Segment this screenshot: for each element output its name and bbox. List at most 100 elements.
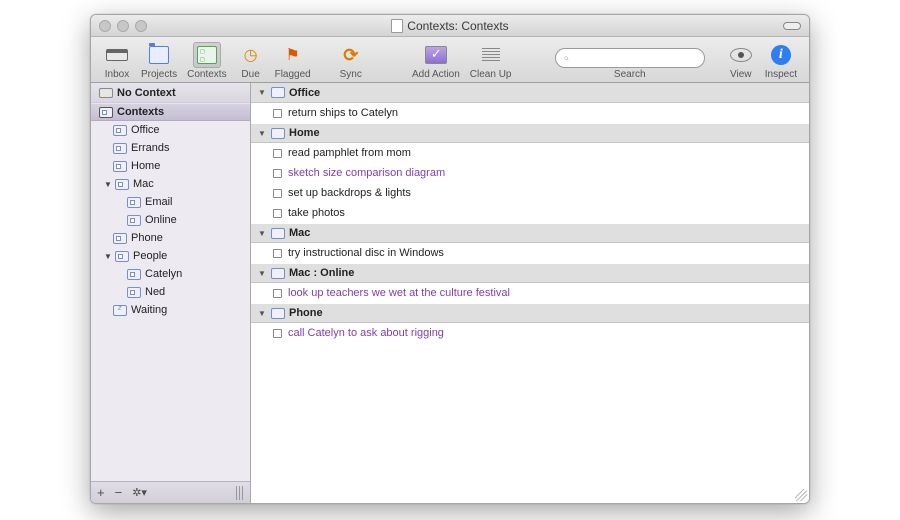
task-text: read pamphlet from mom bbox=[288, 147, 411, 159]
disclosure-triangle-icon[interactable]: ▼ bbox=[257, 88, 267, 97]
toolbar-projects[interactable]: Projects bbox=[137, 42, 181, 80]
group-header[interactable]: ▼Home bbox=[251, 123, 809, 143]
sidebar-item-phone[interactable]: Phone bbox=[91, 229, 250, 247]
sidebar-item-label: Phone bbox=[131, 232, 163, 244]
task-row[interactable]: take photos bbox=[251, 203, 809, 223]
clean-up-icon bbox=[482, 48, 500, 62]
toolbar-due[interactable]: ◷ Due bbox=[233, 42, 269, 80]
task-row[interactable]: try instructional disc in Windows bbox=[251, 243, 809, 263]
sidebar-item-label: Waiting bbox=[131, 304, 167, 316]
task-checkbox[interactable] bbox=[273, 329, 282, 338]
window-resize-handle[interactable] bbox=[795, 489, 807, 501]
flagged-label: Flagged bbox=[275, 69, 311, 80]
context-icon bbox=[127, 215, 141, 226]
eye-icon bbox=[730, 48, 752, 62]
group-title: Mac bbox=[289, 227, 310, 239]
context-icon bbox=[113, 233, 127, 244]
zoom-button[interactable] bbox=[135, 20, 147, 32]
close-button[interactable] bbox=[99, 20, 111, 32]
sidebar-item-people[interactable]: ▼ People bbox=[91, 247, 250, 265]
sidebar-item-email[interactable]: Email bbox=[91, 193, 250, 211]
sidebar-item-errands[interactable]: Errands bbox=[91, 139, 250, 157]
search-field[interactable] bbox=[555, 48, 705, 68]
sidebar-footer: + − ✲▾ bbox=[91, 481, 250, 503]
task-row[interactable]: sketch size comparison diagram bbox=[251, 163, 809, 183]
context-icon bbox=[271, 268, 285, 279]
task-text: try instructional disc in Windows bbox=[288, 247, 444, 259]
context-icon bbox=[127, 287, 141, 298]
disclosure-triangle-icon[interactable]: ▼ bbox=[257, 309, 267, 318]
sidebar-contexts-group[interactable]: Contexts bbox=[91, 103, 250, 121]
toolbar-inbox[interactable]: Inbox bbox=[99, 42, 135, 80]
toolbar-toggle-lozenge[interactable] bbox=[783, 22, 801, 30]
sidebar-item-label: Mac bbox=[133, 178, 154, 190]
group-header[interactable]: ▼Office bbox=[251, 83, 809, 103]
task-row[interactable]: set up backdrops & lights bbox=[251, 183, 809, 203]
toolbar-clean-up[interactable]: Clean Up bbox=[466, 42, 516, 80]
gear-menu-button[interactable]: ✲▾ bbox=[132, 486, 147, 499]
no-context-label: No Context bbox=[117, 87, 176, 99]
sidebar-item-online[interactable]: Online bbox=[91, 211, 250, 229]
task-checkbox[interactable] bbox=[273, 289, 282, 298]
task-row[interactable]: look up teachers we wet at the culture f… bbox=[251, 283, 809, 303]
task-row[interactable]: call Catelyn to ask about rigging bbox=[251, 323, 809, 343]
toolbar-add-action[interactable]: Add Action bbox=[408, 42, 464, 80]
remove-button[interactable]: − bbox=[115, 485, 123, 500]
search-input[interactable] bbox=[573, 52, 696, 64]
sidebar-item-mac[interactable]: ▼ Mac bbox=[91, 175, 250, 193]
sidebar-item-ned[interactable]: Ned bbox=[91, 283, 250, 301]
context-icon bbox=[115, 251, 129, 262]
sidebar-item-catelyn[interactable]: Catelyn bbox=[91, 265, 250, 283]
context-icon bbox=[271, 228, 285, 239]
sidebar-item-home[interactable]: Home bbox=[91, 157, 250, 175]
task-checkbox[interactable] bbox=[273, 209, 282, 218]
task-checkbox[interactable] bbox=[273, 109, 282, 118]
add-button[interactable]: + bbox=[97, 485, 105, 500]
task-text: set up backdrops & lights bbox=[288, 187, 411, 199]
toolbar-inspect[interactable]: i Inspect bbox=[761, 42, 801, 80]
context-icon bbox=[127, 269, 141, 280]
contexts-icon bbox=[197, 46, 217, 64]
main-outline: ▼Office return ships to Catelyn ▼Home read … bbox=[251, 83, 809, 503]
clock-icon: ◷ bbox=[244, 45, 258, 65]
task-text: call Catelyn to ask about rigging bbox=[288, 327, 444, 339]
task-checkbox[interactable] bbox=[273, 169, 282, 178]
disclosure-triangle-icon[interactable]: ▼ bbox=[257, 229, 267, 238]
context-icon bbox=[113, 161, 127, 172]
no-context-icon bbox=[99, 88, 113, 98]
task-row[interactable]: return ships to Catelyn bbox=[251, 103, 809, 123]
disclosure-triangle-icon[interactable]: ▼ bbox=[103, 252, 113, 261]
minimize-button[interactable] bbox=[117, 20, 129, 32]
projects-label: Projects bbox=[141, 69, 177, 80]
disclosure-triangle-icon[interactable]: ▼ bbox=[103, 180, 113, 189]
sidebar-no-context[interactable]: No Context bbox=[91, 83, 250, 103]
sidebar-item-label: Ned bbox=[145, 286, 165, 298]
sidebar-item-office[interactable]: Office bbox=[91, 121, 250, 139]
toolbar-flagged[interactable]: ⚑ Flagged bbox=[271, 42, 315, 80]
task-text: return ships to Catelyn bbox=[288, 107, 398, 119]
task-checkbox[interactable] bbox=[273, 189, 282, 198]
group-header[interactable]: ▼Phone bbox=[251, 303, 809, 323]
flag-icon: ⚑ bbox=[285, 45, 299, 65]
sidebar-resize-handle[interactable] bbox=[236, 486, 244, 500]
app-window: Contexts: Contexts Inbox Projects Contex… bbox=[90, 14, 810, 504]
inbox-label: Inbox bbox=[105, 69, 129, 80]
toolbar-view[interactable]: View bbox=[723, 42, 759, 80]
sync-icon: ⟳ bbox=[343, 45, 358, 66]
disclosure-triangle-icon[interactable]: ▼ bbox=[257, 269, 267, 278]
context-icon bbox=[115, 179, 129, 190]
group-header[interactable]: ▼ Mac bbox=[251, 223, 809, 243]
task-checkbox[interactable] bbox=[273, 249, 282, 258]
sidebar-item-label: Office bbox=[131, 124, 160, 136]
context-icon bbox=[113, 125, 127, 136]
sidebar-item-label: Online bbox=[145, 214, 177, 226]
sidebar-item-waiting[interactable]: Waiting bbox=[91, 301, 250, 319]
disclosure-triangle-icon[interactable]: ▼ bbox=[257, 129, 267, 138]
toolbar-contexts[interactable]: Contexts bbox=[183, 42, 230, 80]
toolbar-sync[interactable]: ⟳ Sync bbox=[333, 42, 369, 80]
sidebar-item-label: Home bbox=[131, 160, 160, 172]
group-header[interactable]: ▼Mac : Online bbox=[251, 263, 809, 283]
task-checkbox[interactable] bbox=[273, 149, 282, 158]
info-icon: i bbox=[771, 45, 791, 65]
task-row[interactable]: read pamphlet from mom bbox=[251, 143, 809, 163]
